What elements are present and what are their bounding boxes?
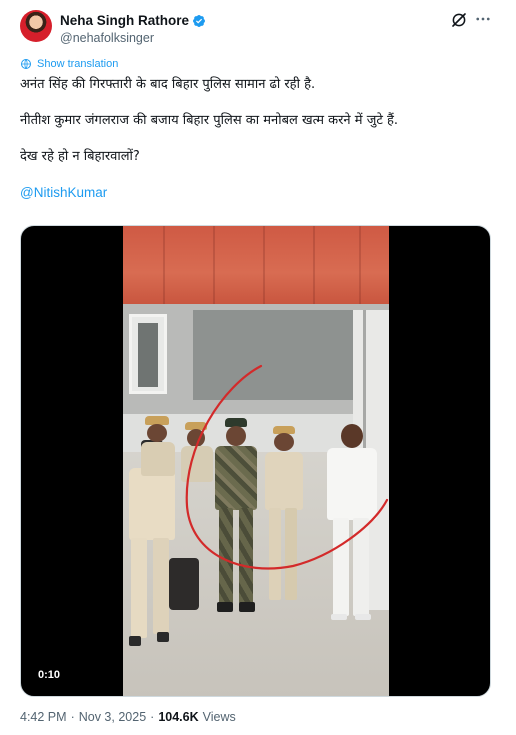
- avatar[interactable]: [20, 10, 52, 42]
- more-icon[interactable]: [474, 10, 492, 28]
- views-count: 104.6K: [158, 710, 199, 724]
- red-annotation-circle: [185, 364, 389, 570]
- tweet-line: देख रहे हो न बिहारवालों?: [20, 149, 140, 164]
- video-player[interactable]: 0:10: [20, 225, 491, 697]
- tweet-body: अनंत सिंह की गिरफ्तारी के बाद बिहार पुलि…: [20, 76, 490, 221]
- views-label: Views: [202, 710, 236, 724]
- grok-icon[interactable]: [450, 11, 468, 29]
- author-display-name[interactable]: Neha Singh Rathore: [60, 12, 206, 30]
- display-name-text[interactable]: Neha Singh Rathore: [60, 13, 189, 28]
- tweet-line: अनंत सिंह की गिरफ्तारी के बाद बिहार पुलि…: [20, 77, 316, 92]
- translate-icon: [21, 59, 31, 69]
- verified-badge-icon: [193, 14, 205, 27]
- tweet-time[interactable]: 4:42 PM: [20, 710, 67, 724]
- show-translation-label[interactable]: Show translation: [37, 58, 118, 70]
- author-names: Neha Singh Rathore @nehafolksinger: [60, 10, 206, 45]
- tweet-date[interactable]: Nov 3, 2025: [79, 710, 146, 724]
- meta-separator: ·: [70, 710, 75, 724]
- meta-separator: ·: [150, 710, 155, 724]
- mention-link[interactable]: @NitishKumar: [20, 185, 107, 200]
- author-handle[interactable]: @nehafolksinger: [60, 31, 206, 45]
- tweet-line: नीतीश कुमार जंगलराज की बजाय बिहार पुलिस …: [20, 113, 399, 128]
- video-frame: [123, 226, 389, 696]
- show-translation-link[interactable]: Show translation: [20, 58, 118, 70]
- tweet-header: Neha Singh Rathore @nehafolksinger: [20, 10, 496, 50]
- tweet-meta: 4:42 PM · Nov 3, 2025 · 104.6K Views: [20, 710, 236, 724]
- video-duration: 0:10: [33, 666, 66, 684]
